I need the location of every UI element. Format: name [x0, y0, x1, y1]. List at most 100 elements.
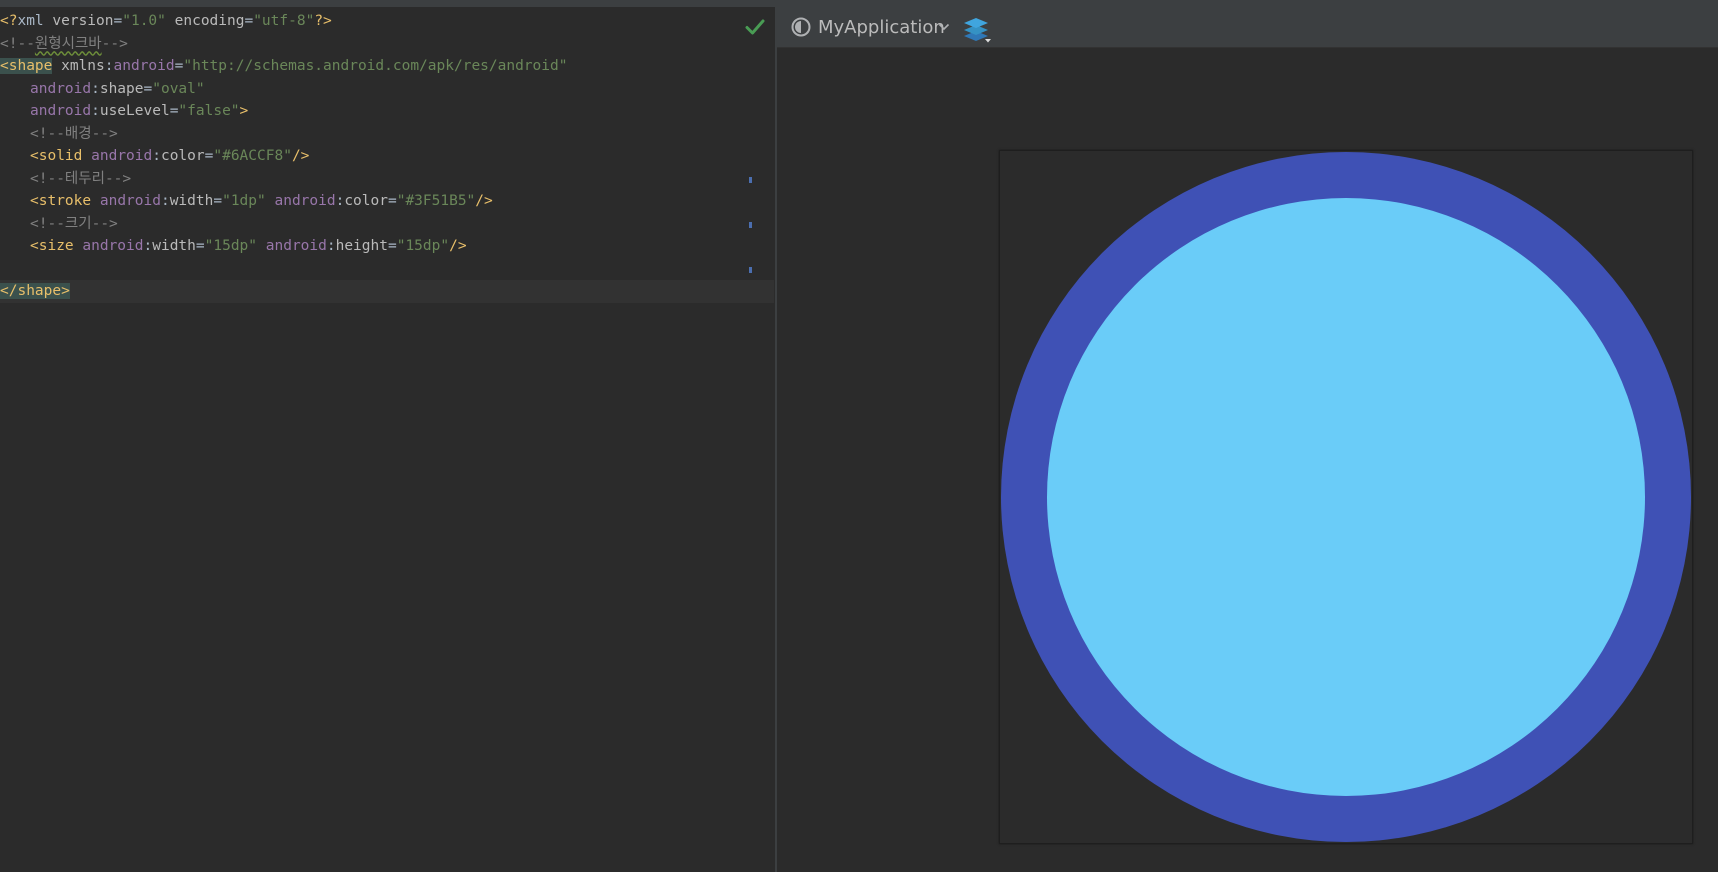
code-token: "utf-8"	[253, 13, 315, 29]
code-line[interactable]: <!--배경-->	[0, 123, 774, 146]
code-line[interactable]: <!--크기-->	[0, 213, 774, 236]
code-token: 원형시크바	[34, 35, 102, 52]
title-strip	[0, 0, 1718, 7]
code-token: </	[0, 283, 18, 299]
code-token: />	[449, 238, 467, 254]
code-token: :	[326, 238, 336, 254]
code-token: :	[104, 58, 114, 74]
code-token: android	[91, 148, 153, 164]
code-token: =	[244, 13, 254, 29]
code-token: width	[152, 238, 196, 254]
code-token: size	[38, 238, 74, 254]
code-token: "15dp"	[396, 238, 450, 254]
code-line[interactable]: <!--테두리-->	[0, 168, 774, 191]
code-token: :	[152, 148, 161, 164]
code-token: useLevel	[99, 103, 170, 119]
code-token: "1.0"	[122, 13, 166, 29]
code-token: "#3F51B5"	[396, 193, 476, 209]
code-token: :	[143, 238, 153, 254]
code-token: android	[30, 103, 92, 119]
code-token: <!--크기-->	[30, 215, 118, 232]
drawable-preview-canvas	[999, 150, 1693, 844]
ide-window: <?xml version="1.0" encoding="utf-8"?> <!…	[0, 0, 1718, 872]
chevron-down-icon[interactable]	[938, 22, 950, 32]
code-token: =	[387, 238, 397, 254]
oval-shape-preview	[1001, 152, 1691, 842]
code-token: "1dp"	[222, 193, 266, 209]
code-token: <	[30, 238, 39, 254]
code-token: ?>	[314, 13, 332, 29]
code-token: android	[265, 238, 327, 254]
code-token: shape	[99, 80, 144, 97]
code-line[interactable]: <size android:width="15dp" android:heigh…	[0, 235, 774, 258]
code-token: xmlns	[52, 58, 105, 74]
change-marker[interactable]	[749, 177, 752, 183]
code-token: android	[82, 238, 144, 254]
code-token: =	[213, 193, 223, 209]
code-line[interactable]: android:shape="oval"	[0, 78, 774, 101]
code-token: =	[143, 80, 153, 97]
code-token: version	[52, 13, 114, 29]
code-token: width	[169, 193, 214, 209]
code-line[interactable]: <?xml version="1.0" encoding="utf-8"?>	[0, 10, 774, 33]
code-token: shape	[17, 283, 62, 299]
code-token: :	[160, 193, 170, 209]
code-line[interactable]: <!--원형시크바-->	[0, 33, 774, 56]
code-token: "oval"	[152, 80, 205, 97]
code-token: >	[61, 283, 70, 299]
check-icon[interactable]	[745, 18, 765, 36]
code-line[interactable]: <stroke android:width="1dp" android:colo…	[0, 190, 774, 213]
code-token: =	[387, 193, 397, 209]
code-line[interactable]: <solid android:color="#6ACCF8"/>	[0, 145, 774, 168]
code-token: "http://schemas.android.com/apk/res/andr…	[183, 58, 568, 74]
code-editor[interactable]: <?xml version="1.0" encoding="utf-8"?> <!…	[0, 7, 774, 872]
code-token: xml	[17, 13, 53, 29]
code-token: />	[291, 148, 310, 164]
code-token: solid	[38, 148, 83, 164]
code-token: <	[30, 148, 39, 164]
preview-toolbar: MyApplication	[777, 7, 1718, 48]
code-token: :	[91, 103, 100, 119]
code-token: >	[239, 103, 249, 119]
app-theme-selector[interactable]: MyApplication	[818, 7, 945, 47]
code-token: color	[160, 148, 205, 164]
code-token: android	[99, 193, 161, 209]
preview-panel: MyApplication	[777, 7, 1718, 872]
code-token: color	[344, 193, 388, 209]
code-token: =	[113, 13, 123, 29]
code-token: android	[113, 58, 175, 74]
change-marker[interactable]	[749, 222, 752, 228]
code-token: />	[475, 193, 493, 209]
oval-fill	[1047, 198, 1645, 796]
code-token: stroke	[38, 193, 92, 209]
code-token: "#6ACCF8"	[213, 148, 292, 164]
code-token: height	[335, 238, 388, 254]
code-area[interactable]: <?xml version="1.0" encoding="utf-8"?> <!…	[0, 10, 774, 303]
code-token: :	[91, 80, 100, 97]
code-token: <	[0, 58, 9, 74]
code-token: android	[30, 80, 92, 97]
code-token: android	[274, 193, 336, 209]
code-token: <?	[0, 13, 18, 29]
code-token: <!--배경-->	[30, 125, 118, 142]
layers-icon[interactable]	[963, 15, 993, 43]
code-token: <	[30, 193, 39, 209]
theme-icon[interactable]	[791, 17, 811, 37]
code-token: encoding	[174, 13, 245, 29]
code-line[interactable]	[0, 258, 774, 281]
code-token: "false"	[178, 103, 240, 119]
code-line[interactable]: </shape>	[0, 280, 774, 303]
code-token: "15dp"	[204, 238, 258, 254]
code-line[interactable]: android:useLevel="false">	[0, 100, 774, 123]
code-token: shape	[8, 58, 53, 74]
code-token: <!--	[0, 35, 35, 52]
code-token: <!--테두리-->	[30, 170, 132, 187]
code-line[interactable]: <shape xmlns:android="http://schemas.and…	[0, 55, 774, 78]
code-token: -->	[101, 35, 128, 52]
code-token: =	[195, 238, 205, 254]
change-marker[interactable]	[749, 267, 752, 273]
